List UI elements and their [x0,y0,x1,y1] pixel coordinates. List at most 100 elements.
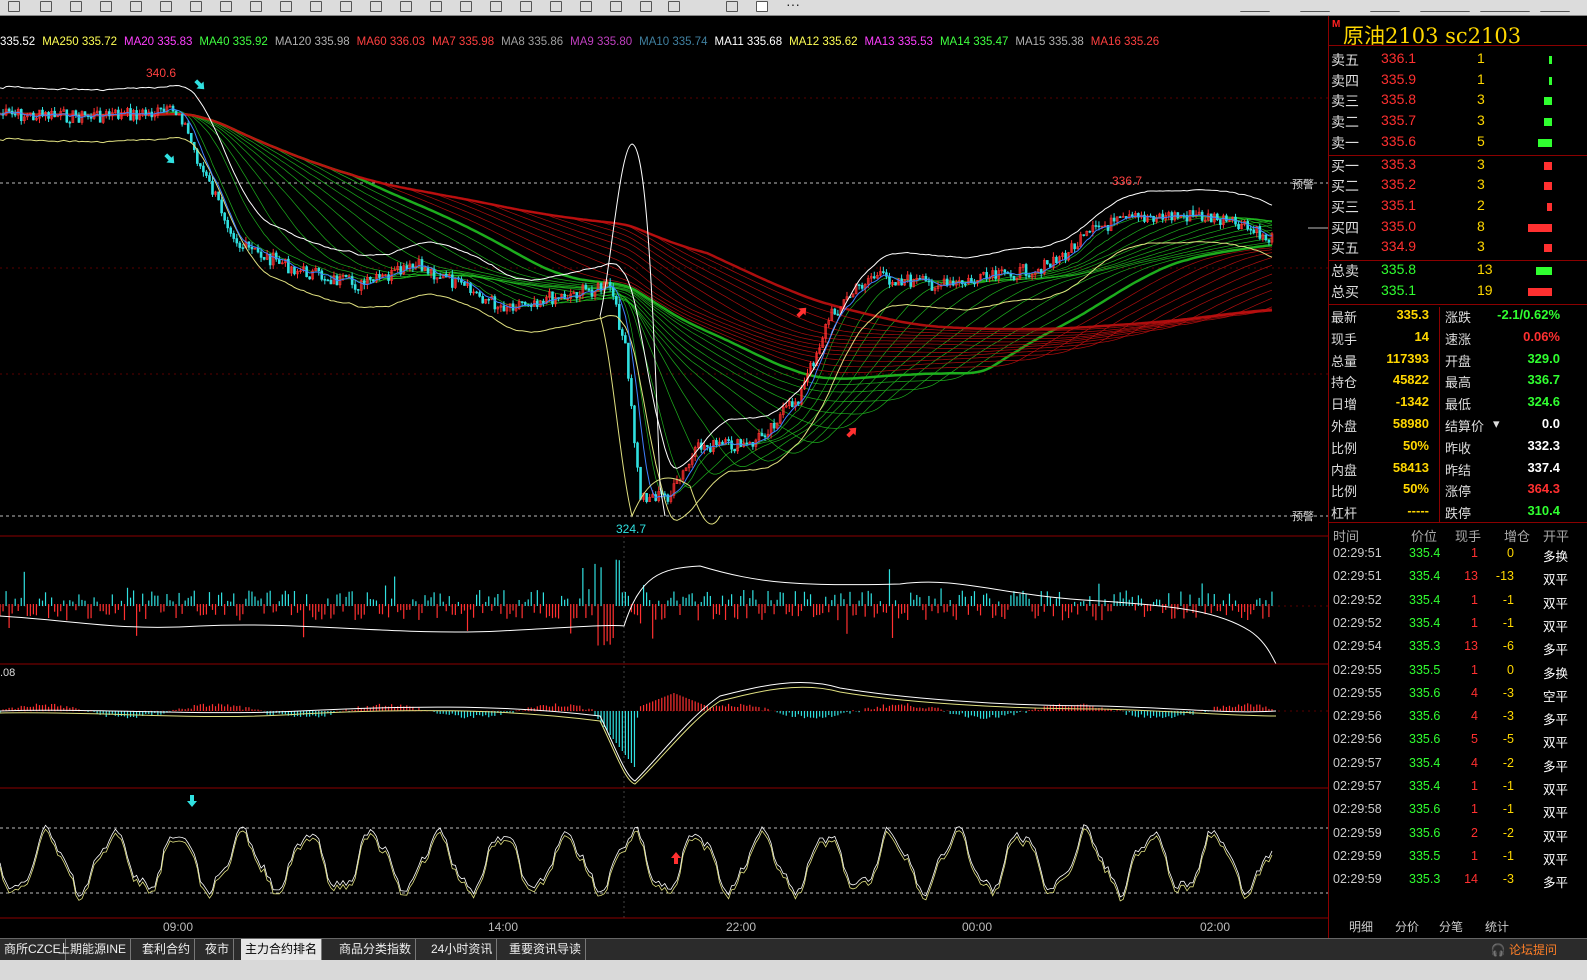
toolbar-button-20[interactable] [580,1,592,12]
right-high-label: 336.7 [1112,174,1142,188]
tick-row[interactable]: 02:29:55 335.6 4 -3 空平 [1329,686,1587,709]
tick-volume: 1 [1471,779,1478,793]
toolbar-button-14[interactable] [400,1,412,12]
tick-row[interactable]: 02:29:51 335.4 13 -13 双平 [1329,569,1587,592]
sells-row[interactable]: 卖一 335.6 5 [1329,133,1587,153]
toolbar-menu-5[interactable] [1480,1,1530,12]
contract-title[interactable]: M 原油2103 sc2103 [1329,16,1587,48]
ma-legend-item: MA9 335.80 [570,36,633,48]
sells-row[interactable]: 卖二 335.7 3 [1329,112,1587,132]
bottom-tab[interactable]: 上期能源INE [54,939,132,960]
sells-row[interactable]: 卖三 335.8 3 [1329,91,1587,111]
toolbar-button-3[interactable] [70,1,82,12]
bottom-tab[interactable]: 商品分类指数 [335,939,417,960]
toolbar-menu-6[interactable] [1540,1,1570,12]
quote-tab-1[interactable]: 明细 [1349,918,1373,935]
bottom-tab[interactable]: 重要资讯导读 [505,939,587,960]
toolbar-button-18[interactable] [520,1,532,12]
tick-type: 双平 [1543,736,1569,751]
tick-volume: 2 [1471,825,1478,840]
quote-tab-3[interactable]: 分笔 [1439,918,1463,935]
ma-fan [0,110,1273,498]
toolbar-menu-1[interactable] [1240,1,1270,12]
tick-price: 335.6 [1409,732,1441,747]
sells-row[interactable]: 卖五 336.1 1 [1329,50,1587,70]
tick-row[interactable]: 02:29:55 335.5 1 0 多换 [1329,663,1587,686]
tick-row[interactable]: 02:29:52 335.4 1 -1 双平 [1329,616,1587,639]
toolbar-button-17[interactable] [490,1,502,12]
toolbar-button-5[interactable] [130,1,142,12]
quote-tab-2[interactable]: 分价 [1395,918,1419,935]
depth-bar [1544,182,1552,191]
tick-row[interactable]: 02:29:56 335.6 4 -3 多平 [1329,709,1587,732]
toolbar-button-19[interactable] [550,1,562,12]
tick-row[interactable]: 02:29:58 335.6 1 -1 双平 [1329,802,1587,825]
toolbar-menu-3[interactable] [1370,1,1400,12]
tick-row[interactable]: 02:29:59 335.3 14 -3 多平 [1329,872,1587,895]
toolbar-button-21[interactable] [610,1,622,12]
toolbar-button-22[interactable] [640,1,652,12]
tick-row[interactable]: 02:29:51 335.4 1 0 多换 [1329,546,1587,569]
buys-row[interactable]: 买一 335.3 3 [1329,156,1587,176]
bottom-tab[interactable]: 夜市 [201,939,235,960]
toolbar-button-24[interactable] [726,1,738,12]
toolbar-button-15[interactable] [430,1,442,12]
toolbar-menu-2[interactable] [1300,1,1330,12]
stat-row[interactable]: 结算价 0.0 ▾ [1441,416,1587,437]
tick-row[interactable]: 02:29:59 335.5 1 -1 双平 [1329,849,1587,872]
tick-row[interactable]: 02:29:57 335.4 1 -1 双平 [1329,779,1587,802]
dropdown-arrow-icon[interactable]: ▾ [1493,416,1500,432]
toolbar-button-7[interactable] [190,1,202,12]
stat-row: 速涨 0.06% [1441,329,1587,350]
arrow-markers [164,79,857,864]
alert-lower-label[interactable]: 预警 [1292,509,1314,523]
toolbar-button-4[interactable] [100,1,112,12]
price-chart[interactable]: 340.6 336.7 324.7 .08 预警 预警 09:00 14:00 22… [0,16,1328,938]
toolbar-button-2[interactable] [40,1,52,12]
toolbar-menu-4[interactable] [1420,1,1470,12]
tick-row[interactable]: 02:29:57 335.4 4 -2 多平 [1329,756,1587,779]
time-axis-label: 09:00 [163,920,193,934]
toolbar-button-6[interactable] [160,1,172,12]
buys-row[interactable]: 买三 335.1 2 [1329,197,1587,217]
forum-link[interactable]: 🎧 论坛提问 [1491,941,1557,958]
buys-row[interactable]: 买二 335.2 3 [1329,176,1587,196]
buys-label: 买一 [1331,157,1359,174]
quote-tab-4[interactable]: 统计 [1485,918,1509,935]
toolbar-button-9[interactable] [250,1,262,12]
bottom-tab[interactable]: 24小时资讯 [427,939,498,960]
toolbar-button-10[interactable] [280,1,292,12]
stat-value: 332.3 [1527,437,1560,453]
toolbar-button-13[interactable] [370,1,382,12]
toolbar-checkbox[interactable] [756,1,768,12]
ticks-header-cell: 增仓 [1504,529,1531,544]
chart-area[interactable]: 340.6 336.7 324.7 .08 预警 预警 09:00 14:00 22… [0,16,1328,938]
ma-legend-item: MA7 335.98 [432,36,495,48]
tick-price: 335.6 [1409,709,1441,724]
toolbar-button-1[interactable] [8,1,20,12]
stat-value: 0.0 [1541,416,1560,431]
toolbar-button-12[interactable] [340,1,352,12]
tick-price: 335.5 [1409,662,1441,677]
tick-row[interactable]: 02:29:56 335.6 5 -5 双平 [1329,732,1587,755]
tick-row[interactable]: 02:29:54 335.3 13 -6 多平 [1329,639,1587,662]
sells-row[interactable]: 卖四 335.9 1 [1329,71,1587,91]
toolbar-button-8[interactable] [220,1,232,12]
totals-row: 总买 335.1 19 [1329,282,1587,302]
tick-row[interactable]: 02:29:52 335.4 1 -1 双平 [1329,593,1587,616]
more-icon[interactable]: ··· [786,0,800,12]
ticks-header: 时间 价位 现手 增仓 开平 [1329,524,1587,544]
bottom-tab[interactable]: 主力合约排名 [241,939,323,960]
toolbar-button-23[interactable] [668,1,680,12]
stat-label: 内盘 [1331,462,1358,478]
buys-row[interactable]: 买四 335.0 8 [1329,218,1587,238]
toolbar-button-16[interactable] [460,1,472,12]
bottom-tab[interactable]: 套利合约 [138,939,196,960]
alert-upper-label[interactable]: 预警 [1292,177,1314,191]
tick-volume: 1 [1471,592,1478,607]
toolbar-button-11[interactable] [310,1,322,12]
buys-volume: 3 [1477,155,1485,172]
tick-row[interactable]: 02:29:59 335.6 2 -2 双平 [1329,826,1587,849]
buys-row[interactable]: 买五 334.9 3 [1329,238,1587,258]
totals-price: 335.1 [1381,282,1417,298]
